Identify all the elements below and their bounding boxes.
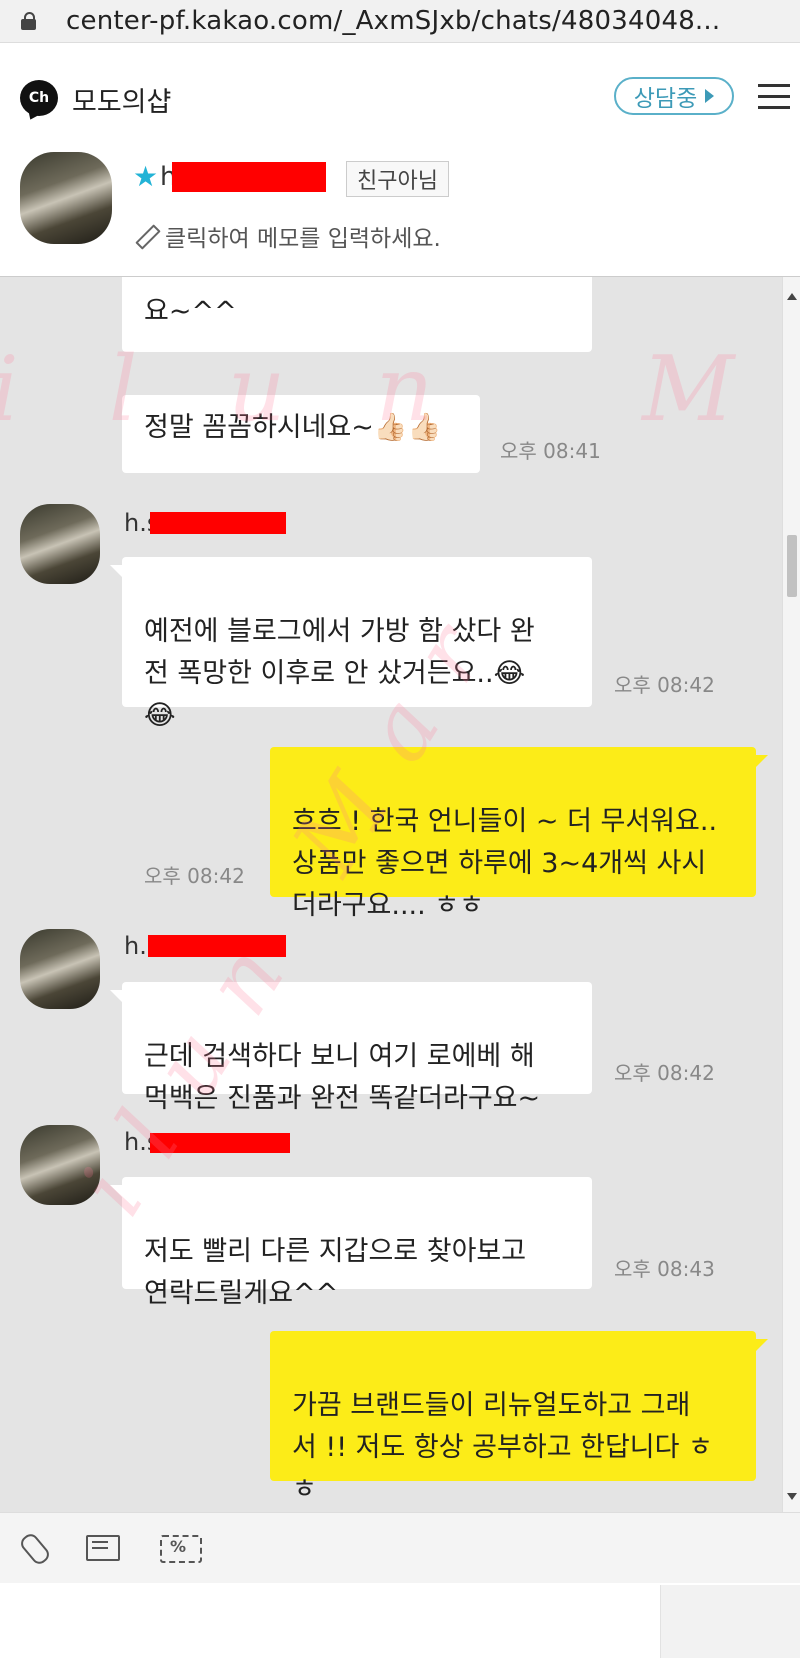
avatar[interactable]: [20, 1125, 100, 1205]
message-bubble: 흐흐 ! 한국 언니들이 ~ 더 무서워요.. 상품만 좋으면 하루에 3~4개…: [270, 747, 768, 921]
message-text: 요~^^: [144, 296, 237, 327]
channel-logo-icon: Ch: [20, 80, 58, 116]
avatar[interactable]: [20, 504, 100, 584]
redaction-bar: [172, 162, 326, 192]
message-bubble: 정말 꼼꼼하시네요~👍🏻👍🏻: [122, 395, 480, 473]
message-text: 흐흐 ! 한국 언니들이 ~ 더 무서워요.. 상품만 좋으면 하루에 3~4개…: [292, 806, 718, 921]
message-text: 예전에 블로그에서 가방 함 샀다 완 전 폭망한 이후로 안 샀거든요..😂 …: [144, 616, 535, 731]
message-bubble: 요~^^: [122, 277, 592, 352]
friend-status-badge: 친구아님: [346, 161, 449, 197]
attach-file-icon[interactable]: [18, 1531, 54, 1565]
message-time: 오후 08:43: [614, 1257, 715, 1281]
chat-scrollbar[interactable]: [782, 277, 800, 1512]
redaction-bar: [148, 935, 286, 957]
message-text: 정말 꼼꼼하시네요~👍🏻👍🏻: [144, 412, 442, 443]
message-bubble: 근데 검색하다 보니 여기 로에베 해 먹백은 진품과 완전 똑같더라구요~: [110, 982, 592, 1114]
memo-field[interactable]: 클릭하여 메모를 입력하세요.: [135, 219, 441, 253]
coupon-icon[interactable]: %: [158, 1531, 202, 1565]
lock-icon: [20, 12, 38, 30]
redaction-bar: [150, 512, 286, 534]
profile-avatar[interactable]: [20, 152, 112, 244]
consult-status-label: 상담중: [633, 86, 698, 112]
consult-status-button[interactable]: 상담중: [614, 77, 734, 115]
redaction-bar: [150, 1133, 290, 1153]
memo-placeholder: 클릭하여 메모를 입력하세요.: [165, 226, 441, 252]
message-time: 오후 08:41: [500, 439, 601, 463]
message-text: 근데 검색하다 보니 여기 로에베 해 먹백은 진품과 완전 똑같더라구요~: [144, 1041, 541, 1114]
play-arrow-icon: [705, 89, 715, 103]
pencil-icon: [135, 225, 157, 247]
address-bar[interactable]: center-pf.kakao.com/_AxmSJxb/chats/48034…: [0, 0, 800, 43]
quick-reply-icon[interactable]: [80, 1531, 120, 1565]
message-time: 오후 08:42: [144, 864, 245, 888]
message-time: 오후 08:42: [614, 673, 715, 697]
chat-scroll-area[interactable]: 요~^^ 정말 꼼꼼하시네요~👍🏻👍🏻 오후 08:41 h.s 예전에 블로그…: [0, 277, 782, 1512]
message-text: 가끔 브랜드들이 리뉴얼도하고 그래 서 !! 저도 항상 공부하고 한답니다 …: [292, 1390, 713, 1505]
sender-name: h.: [124, 932, 147, 960]
message-bubble: 저도 빨리 다른 지갑으로 찾아보고 연락드릴게요^^: [110, 1177, 592, 1309]
scroll-down-arrow-icon[interactable]: [787, 1493, 797, 1500]
send-button[interactable]: [660, 1585, 800, 1658]
scroll-up-arrow-icon[interactable]: [787, 293, 797, 300]
message-bubble: 예전에 블로그에서 가방 함 샀다 완 전 폭망한 이후로 안 샀거든요..😂 …: [110, 557, 592, 731]
message-bubble: 가끔 브랜드들이 리뉴얼도하고 그래 서 !! 저도 항상 공부하고 한답니다 …: [270, 1331, 768, 1505]
favorite-star-icon[interactable]: ★: [133, 160, 158, 193]
message-time: 오후 08:42: [614, 1061, 715, 1085]
scroll-thumb[interactable]: [787, 535, 797, 597]
avatar[interactable]: [20, 929, 100, 1009]
channel-name: 모도의샵: [72, 87, 172, 118]
hamburger-menu-icon[interactable]: [758, 84, 790, 109]
message-text: 저도 빨리 다른 지갑으로 찾아보고 연락드릴게요^^: [144, 1236, 527, 1309]
message-toolbar: %: [0, 1512, 800, 1583]
url-text[interactable]: center-pf.kakao.com/_AxmSJxb/chats/48034…: [66, 6, 720, 36]
